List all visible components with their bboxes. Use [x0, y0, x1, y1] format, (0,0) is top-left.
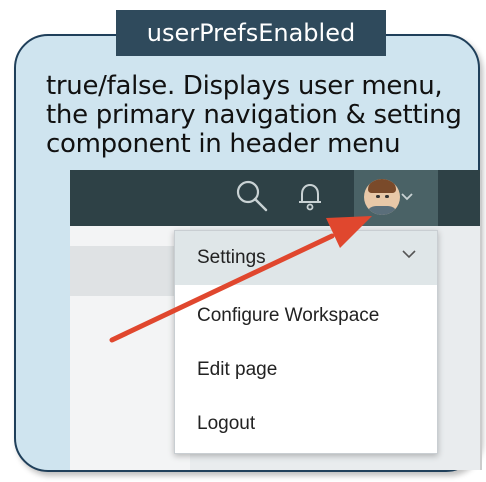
menu-item-settings[interactable]: Settings — [175, 231, 437, 285]
user-menu-dropdown: Settings Configure Workspace Edit page L… — [174, 230, 438, 454]
search-icon[interactable] — [234, 178, 270, 214]
avatar[interactable] — [364, 179, 400, 215]
bell-icon[interactable] — [296, 182, 324, 212]
menu-item-configure-workspace[interactable]: Configure Workspace — [175, 289, 437, 343]
menu-item-label: Logout — [197, 413, 256, 434]
menu-item-label: Configure Workspace — [197, 305, 380, 326]
menu-item-edit-page[interactable]: Edit page — [175, 343, 437, 397]
chevron-down-icon[interactable] — [400, 192, 414, 202]
user-menu-toggle[interactable] — [354, 170, 438, 226]
callout-description: true/false. Displays user menu, the prim… — [46, 71, 462, 160]
chevron-down-icon — [402, 250, 416, 259]
header-screenshot: Settings Configure Workspace Edit page L… — [70, 170, 482, 470]
menu-item-logout[interactable]: Logout — [175, 397, 437, 451]
menu-item-label: Edit page — [197, 359, 278, 380]
content-row — [70, 246, 190, 296]
callout-title: userPrefsEnabled — [116, 10, 386, 56]
page-content — [70, 226, 190, 470]
menu-item-label: Settings — [197, 247, 266, 268]
